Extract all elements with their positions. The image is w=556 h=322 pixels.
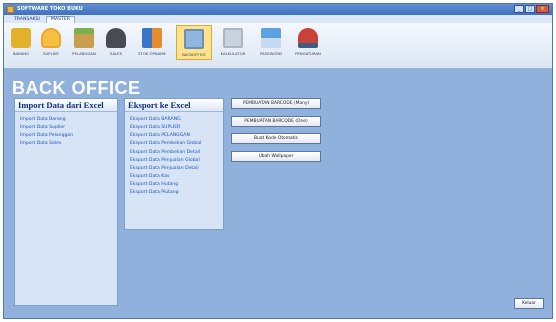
ribbon-button-barang[interactable]: BARANG xyxy=(8,25,34,60)
maximize-button[interactable]: □ xyxy=(525,5,535,13)
settings-icon xyxy=(298,28,318,48)
tab-transaksi[interactable]: TRANSAKSI xyxy=(10,16,44,23)
export-link-penjualan-global[interactable]: Eksport Data Penjualan Global xyxy=(130,157,223,165)
barcode-many-button[interactable]: PEMBUATAN BARCODE (Many) xyxy=(231,98,321,109)
ribbon-button-pengaturan[interactable]: PENGATURAN xyxy=(288,25,328,60)
export-link-pembelian-global[interactable]: Eksport Data Pembelian Global xyxy=(130,140,223,148)
ribbon-label: BACKOFFICE xyxy=(182,52,206,57)
customer-icon xyxy=(74,28,94,48)
ribbon-button-pelanggan[interactable]: PELANGGAN xyxy=(68,25,100,60)
app-icon xyxy=(7,6,14,13)
stock-icon xyxy=(142,28,162,48)
ribbon-label: SALES xyxy=(109,51,122,56)
import-link-barang[interactable]: Import Data Barang xyxy=(20,116,117,124)
password-icon xyxy=(261,28,281,48)
calculator-icon xyxy=(223,28,243,48)
import-panel-title: Import Data dari Excel xyxy=(15,99,117,112)
import-list: Import Data Barang Import Data Suplier I… xyxy=(15,112,117,149)
window-title: SOFTWARE TOKO BUKU xyxy=(17,6,83,12)
ribbon-label: STOK OPNAME xyxy=(138,51,166,56)
export-list: Eksport Data BARANG Eksport Data SUPLIER… xyxy=(125,112,223,198)
close-button[interactable]: × xyxy=(536,5,549,13)
box-icon xyxy=(11,28,31,48)
export-link-pembelian-detail[interactable]: Eksport Data Pembelian Detail xyxy=(130,149,223,157)
ribbon-label: BARANG xyxy=(12,51,30,56)
auto-code-button[interactable]: Buat Kode Otomatis xyxy=(231,133,321,144)
export-link-piutang[interactable]: Eksport Data Piutang xyxy=(130,189,223,197)
ribbon-label: PASSWORD xyxy=(260,51,282,56)
window-controls: _ □ × xyxy=(514,5,549,14)
export-link-barang[interactable]: Eksport Data BARANG xyxy=(130,116,223,124)
tab-master[interactable]: MASTER xyxy=(46,16,75,23)
import-panel: Import Data dari Excel Import Data Baran… xyxy=(14,98,118,306)
ribbon-toolbar: BARANG SUPLIER PELANGGAN SALES STOK OPNA… xyxy=(4,23,552,69)
tab-bar: TRANSAKSI MASTER xyxy=(4,15,552,23)
ribbon-button-suplier[interactable]: SUPLIER xyxy=(38,25,64,60)
ribbon-label: SUPLIER xyxy=(43,51,59,56)
import-link-pelanggan[interactable]: Import Data Pelanggan xyxy=(20,132,117,140)
export-link-kas[interactable]: Eksport Data Kas xyxy=(130,173,223,181)
sales-icon xyxy=(106,28,126,48)
ribbon-button-stok-opname[interactable]: STOK OPNAME xyxy=(132,25,172,60)
ribbon-button-backoffice[interactable]: BACKOFFICE xyxy=(176,25,212,60)
export-link-suplier[interactable]: Eksport Data SUPLIER xyxy=(130,124,223,132)
import-link-suplier[interactable]: Import Data Suplier xyxy=(20,124,117,132)
exit-button[interactable]: Keluar xyxy=(514,298,544,309)
ribbon-button-password[interactable]: PASSWORD xyxy=(254,25,288,60)
export-link-penjualan-detail[interactable]: Eksport Data Penjualan Detail xyxy=(130,165,223,173)
export-panel-title: Eksport ke Excel xyxy=(125,99,223,112)
supplier-icon xyxy=(41,28,61,48)
export-link-pelanggan[interactable]: Eksport Data PELANGGAN xyxy=(130,132,223,140)
title-bar: SOFTWARE TOKO BUKU _ □ × xyxy=(4,4,552,15)
ribbon-label: KALKULATOR xyxy=(220,51,246,56)
change-wallpaper-button[interactable]: Ubah Wallpaper xyxy=(231,151,321,162)
ribbon-button-sales[interactable]: SALES xyxy=(104,25,128,60)
app-window: SOFTWARE TOKO BUKU _ □ × TRANSAKSI MASTE… xyxy=(3,3,553,319)
ribbon-button-kalkulator[interactable]: KALKULATOR xyxy=(214,25,252,60)
ribbon-label: PELANGGAN xyxy=(72,51,96,56)
barcode-one-button[interactable]: PEMBUATAN BARCODE (One) xyxy=(231,116,321,127)
page-title: BACK OFFICE xyxy=(12,78,141,98)
export-link-hutang[interactable]: Eksport Data Hutang xyxy=(130,181,223,189)
export-panel: Eksport ke Excel Eksport Data BARANG Eks… xyxy=(124,98,224,230)
minimize-button[interactable]: _ xyxy=(514,5,524,13)
import-link-sales[interactable]: Import Data Sales xyxy=(20,140,117,148)
backoffice-icon xyxy=(184,29,204,49)
ribbon-label: PENGATURAN xyxy=(295,51,321,56)
